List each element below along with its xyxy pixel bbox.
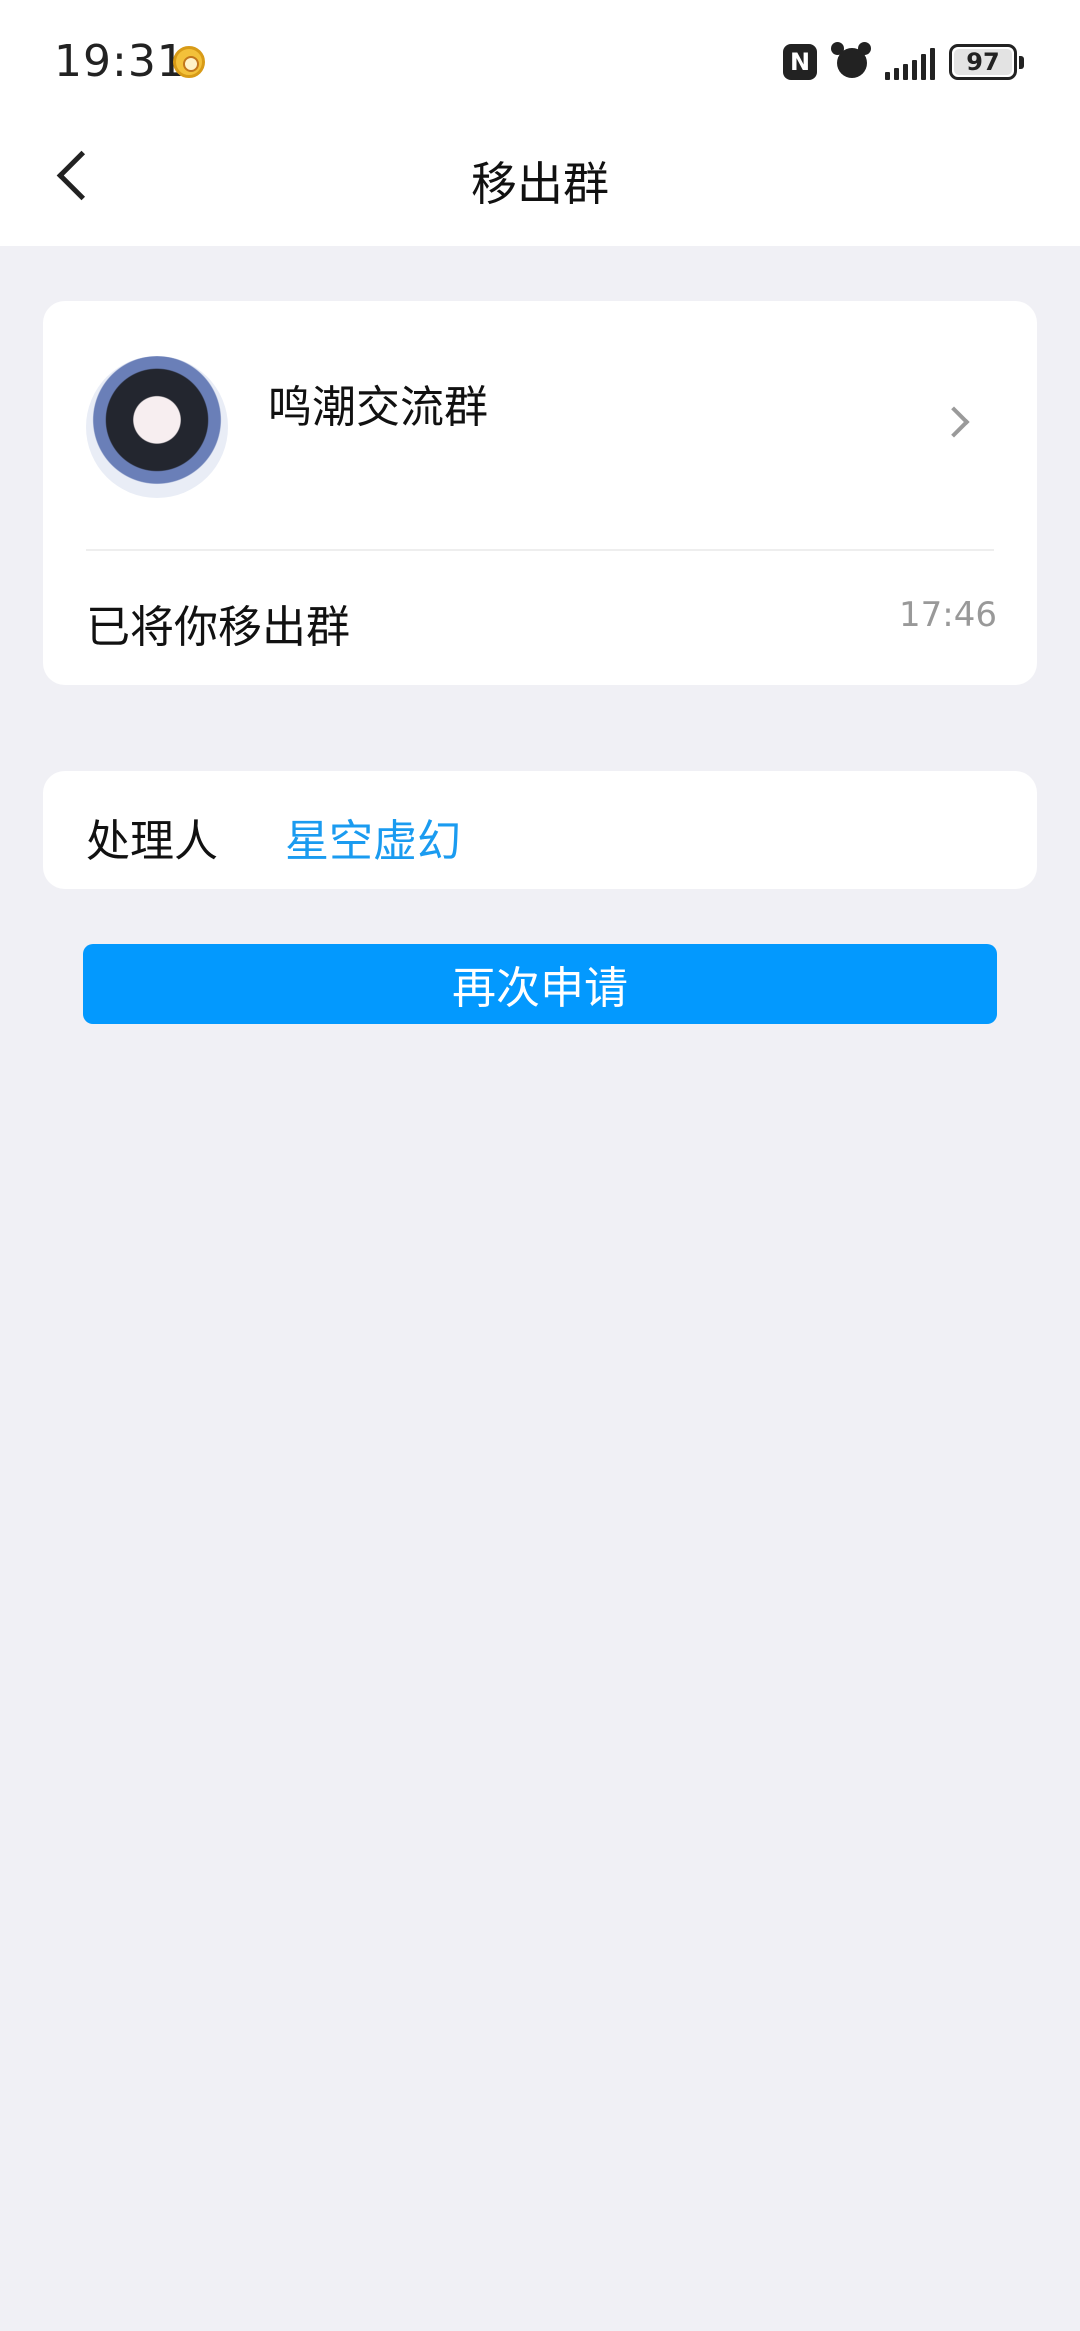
event-timestamp: 17:46 (899, 595, 997, 635)
status-icons: N 97 (783, 38, 1024, 86)
divider (86, 549, 994, 551)
battery-icon: 97 (949, 44, 1024, 80)
removal-notice: 已将你移出群 (86, 602, 350, 653)
reapply-button[interactable]: 再次申请 (83, 944, 997, 1024)
group-avatar[interactable] (86, 356, 228, 498)
status-bar: 19:31 N 97 (0, 0, 1080, 120)
nfc-icon: N (783, 44, 817, 80)
handler-name-link[interactable]: 星空虚幻 (285, 805, 461, 869)
battery-level: 97 (966, 48, 1000, 76)
handler-card: 处理人 星空虚幻 (43, 771, 1037, 889)
signal-icon (885, 44, 935, 80)
alarm-icon (831, 42, 871, 82)
group-card: 鸣潮交流群 已将你移出群 17:46 (43, 301, 1037, 685)
app-notification-icon (173, 46, 205, 78)
status-time: 19:31 (54, 36, 186, 87)
navigation-bar: 移出群 (0, 120, 1080, 246)
chevron-right-icon[interactable] (938, 406, 970, 438)
header-area: 19:31 N 97 移出群 (0, 0, 1080, 246)
group-name[interactable]: 鸣潮交流群 (268, 371, 488, 435)
handler-label: 处理人 (86, 816, 218, 867)
page-title: 移出群 (471, 157, 609, 211)
